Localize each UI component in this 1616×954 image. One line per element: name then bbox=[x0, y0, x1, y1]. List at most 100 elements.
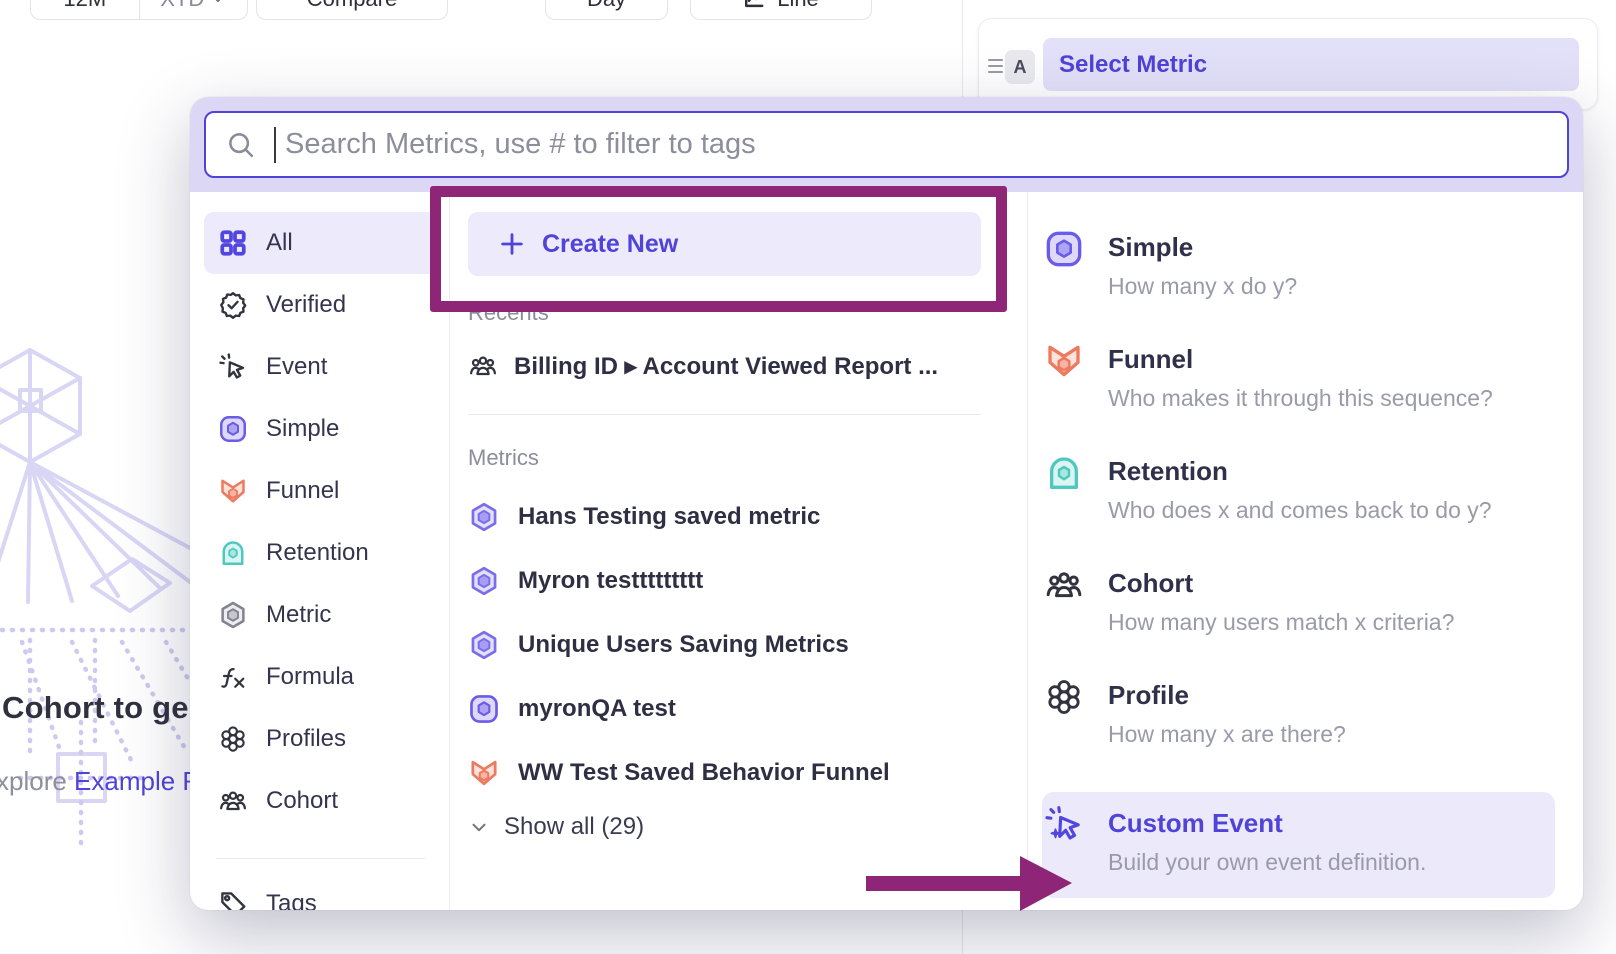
saved-metric-label: WW Test Saved Behavior Funnel bbox=[518, 759, 890, 787]
metric-list-column: Create New Recents Billing ID ▸ Account … bbox=[450, 192, 1028, 910]
recent-item[interactable]: Billing ID ▸ Account Viewed Report ... bbox=[468, 344, 981, 388]
metric-type-text: Simple How many x do y? bbox=[1108, 232, 1297, 300]
sidebar-item[interactable]: Profiles bbox=[204, 708, 437, 770]
saved-metric-item[interactable]: Myron testtttttttt bbox=[468, 549, 981, 613]
metric-type-text: Profile How many x are there? bbox=[1108, 680, 1346, 748]
drag-handle-icon[interactable] bbox=[988, 59, 1003, 73]
hex-metric-icon bbox=[468, 629, 500, 661]
line-label: Line bbox=[777, 0, 819, 12]
metric-type-text: Funnel Who makes it through this sequenc… bbox=[1108, 344, 1493, 412]
metric-type-text: Retention Who does x and comes back to d… bbox=[1108, 456, 1492, 524]
explore-text: xplore bbox=[0, 766, 74, 796]
metric-type-text: Custom Event Build your own event defini… bbox=[1108, 808, 1426, 876]
metric-type-item[interactable]: Simple How many x do y? bbox=[1028, 232, 1569, 344]
sidebar-item[interactable]: Metric bbox=[204, 584, 437, 646]
chevron-down-icon bbox=[468, 816, 490, 838]
sidebar-item[interactable]: Cohort bbox=[204, 770, 437, 832]
sidebar-item-tags[interactable]: Tags bbox=[204, 873, 437, 910]
sidebar-item-label: Profiles bbox=[266, 725, 346, 753]
saved-metric-label: Unique Users Saving Metrics bbox=[518, 631, 849, 659]
sidebar-item-label: Tags bbox=[266, 890, 317, 910]
funnel-icon bbox=[468, 757, 500, 789]
metric-type-title: Simple bbox=[1108, 232, 1297, 262]
chart-type-line-button[interactable]: Line bbox=[690, 0, 872, 20]
sidebar-divider bbox=[216, 858, 425, 859]
metric-type-description: How many x do y? bbox=[1108, 273, 1297, 300]
sidebar-item[interactable]: Verified bbox=[204, 274, 437, 336]
recents-section-label: Recents bbox=[468, 300, 981, 326]
metric-type-text: Cohort How many users match x criteria? bbox=[1108, 568, 1454, 636]
metric-type-description: Build your own event definition. bbox=[1108, 849, 1426, 876]
create-new-button[interactable]: Create New bbox=[468, 212, 981, 276]
metric-type-description: How many users match x criteria? bbox=[1108, 609, 1454, 636]
saved-metric-item[interactable]: WW Test Saved Behavior Funnel bbox=[468, 741, 981, 805]
sidebar-item[interactable]: All bbox=[204, 212, 437, 274]
metric-type-item[interactable]: Funnel Who makes it through this sequenc… bbox=[1028, 344, 1569, 456]
compare-button[interactable]: Compare bbox=[256, 0, 448, 20]
tag-icon bbox=[218, 889, 248, 910]
grid-icon bbox=[218, 228, 248, 258]
saved-metric-label: myronQA test bbox=[518, 695, 676, 723]
cohort-icon bbox=[218, 786, 248, 816]
profiles-icon bbox=[1044, 677, 1084, 717]
funnel-icon bbox=[1044, 341, 1084, 381]
select-metric-field[interactable]: Select Metric bbox=[1043, 38, 1579, 91]
search-box[interactable] bbox=[204, 111, 1569, 178]
sidebar-item-label: Retention bbox=[266, 539, 369, 567]
saved-metric-item[interactable]: Unique Users Saving Metrics bbox=[468, 613, 981, 677]
metric-type-title: Retention bbox=[1108, 456, 1492, 486]
sidebar-item-label: All bbox=[266, 229, 293, 257]
metric-row-badge: A bbox=[1005, 50, 1035, 84]
sidebar-item-label: Formula bbox=[266, 663, 354, 691]
show-all-button[interactable]: Show all (29) bbox=[468, 813, 981, 841]
sidebar-item-label: Event bbox=[266, 353, 327, 381]
range-12m-label: 12M bbox=[63, 0, 106, 12]
simple-icon bbox=[1044, 229, 1084, 269]
line-chart-icon bbox=[743, 0, 765, 10]
date-range-segmented-control[interactable]: 12M XTD bbox=[30, 0, 248, 20]
show-all-label: Show all (29) bbox=[504, 813, 644, 841]
sidebar-item[interactable]: Funnel bbox=[204, 460, 437, 522]
cohort-icon bbox=[1044, 565, 1084, 605]
empty-state-illustration bbox=[0, 330, 190, 890]
metric-picker-modal: All Verified Event Simple Funnel Retenti… bbox=[190, 97, 1583, 910]
granularity-day-button[interactable]: Day bbox=[545, 0, 668, 20]
sidebar-item[interactable]: Event bbox=[204, 336, 437, 398]
search-input[interactable] bbox=[285, 128, 1547, 161]
sidebar-item-label: Metric bbox=[266, 601, 331, 629]
metrics-section-label: Metrics bbox=[468, 445, 981, 471]
metric-type-column: Simple How many x do y? Funnel Who makes… bbox=[1028, 192, 1583, 910]
saved-metric-item[interactable]: myronQA test bbox=[468, 677, 981, 741]
retention-icon bbox=[1044, 453, 1084, 493]
metric-type-item[interactable]: Custom Event Build your own event defini… bbox=[1042, 792, 1555, 898]
sidebar-item[interactable]: Retention bbox=[204, 522, 437, 584]
funnel-icon bbox=[218, 476, 248, 506]
sidebar-item[interactable]: Simple bbox=[204, 398, 437, 460]
custom-event-icon bbox=[1044, 805, 1084, 845]
metric-type-item[interactable]: Profile How many x are there? bbox=[1028, 680, 1569, 792]
recent-item-label: Billing ID ▸ Account Viewed Report ... bbox=[514, 352, 938, 381]
saved-metric-item[interactable]: Hans Testing saved metric bbox=[468, 485, 981, 549]
sidebar-item[interactable]: Formula bbox=[204, 646, 437, 708]
plus-icon bbox=[498, 230, 526, 258]
compare-label: Compare bbox=[307, 0, 397, 12]
verified-icon bbox=[218, 290, 248, 320]
metric-type-title: Custom Event bbox=[1108, 808, 1426, 838]
select-metric-label: Select Metric bbox=[1059, 51, 1207, 79]
example-reports-link[interactable]: Example R bbox=[74, 766, 201, 796]
metric-type-item[interactable]: Retention Who does x and comes back to d… bbox=[1028, 456, 1569, 568]
hex-metric-icon bbox=[468, 565, 500, 597]
metric-type-description: How many x are there? bbox=[1108, 721, 1346, 748]
metric-icon bbox=[218, 600, 248, 630]
hex-metric-icon bbox=[468, 501, 500, 533]
simple-icon bbox=[468, 693, 500, 725]
empty-state-headline-fragment: Cohort to ge bbox=[2, 690, 189, 726]
create-new-label: Create New bbox=[542, 230, 678, 259]
cohort-icon bbox=[468, 351, 498, 381]
saved-metric-label: Hans Testing saved metric bbox=[518, 503, 820, 531]
range-12m-button[interactable]: 12M bbox=[31, 0, 139, 19]
range-xtd-button[interactable]: XTD bbox=[139, 0, 248, 19]
retention-icon bbox=[218, 538, 248, 568]
metric-type-item[interactable]: Cohort How many users match x criteria? bbox=[1028, 568, 1569, 680]
metric-type-title: Funnel bbox=[1108, 344, 1493, 374]
